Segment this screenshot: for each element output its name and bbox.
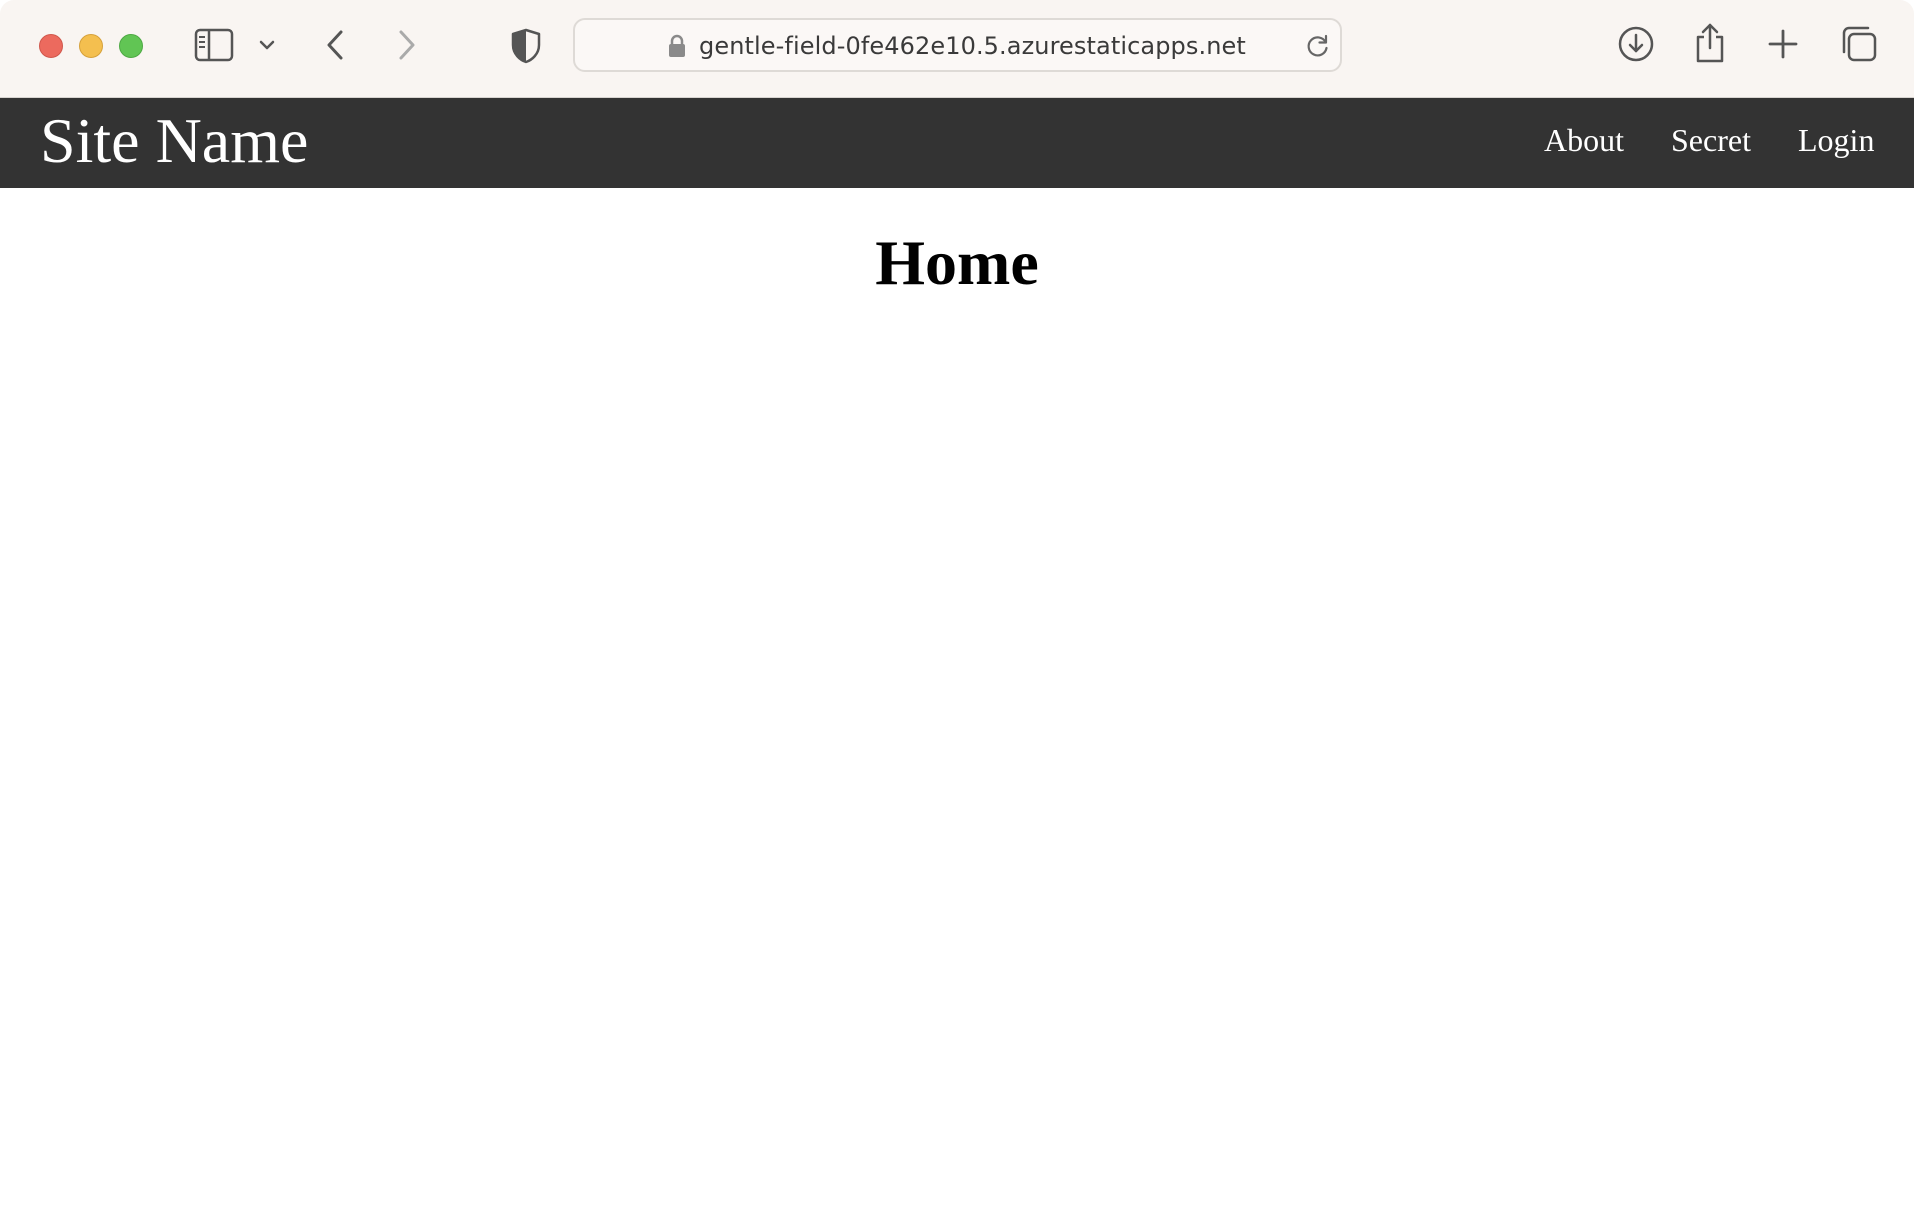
minimize-window-button[interactable]	[79, 34, 103, 58]
browser-window: gentle-field-0fe462e10.5.azurestaticapps…	[0, 0, 1914, 1214]
site-name-link[interactable]: Site Name	[40, 104, 308, 178]
plus-icon[interactable]	[1767, 28, 1799, 60]
shield-icon[interactable]	[510, 28, 542, 64]
reload-icon[interactable]	[1305, 33, 1331, 59]
address-bar[interactable]: gentle-field-0fe462e10.5.azurestaticapps…	[573, 18, 1342, 72]
nav-link-login[interactable]: Login	[1798, 122, 1874, 159]
nav-link-about[interactable]: About	[1544, 122, 1624, 159]
close-window-button[interactable]	[39, 34, 63, 58]
nav-link-secret[interactable]: Secret	[1671, 122, 1751, 159]
share-icon[interactable]	[1693, 22, 1727, 64]
url-text[interactable]: gentle-field-0fe462e10.5.azurestaticapps…	[699, 32, 1246, 60]
forward-icon[interactable]	[394, 28, 420, 62]
page-title: Home	[875, 227, 1039, 298]
browser-toolbar: gentle-field-0fe462e10.5.azurestaticapps…	[0, 0, 1914, 98]
chevron-down-icon[interactable]	[258, 36, 276, 54]
download-icon[interactable]	[1617, 25, 1655, 63]
maximize-window-button[interactable]	[119, 34, 143, 58]
lock-icon	[669, 34, 685, 57]
back-icon[interactable]	[322, 28, 348, 62]
sidebar-icon[interactable]	[194, 28, 234, 62]
site-navbar: Site Name About Secret Login	[0, 98, 1914, 188]
tabs-icon[interactable]	[1840, 25, 1878, 63]
